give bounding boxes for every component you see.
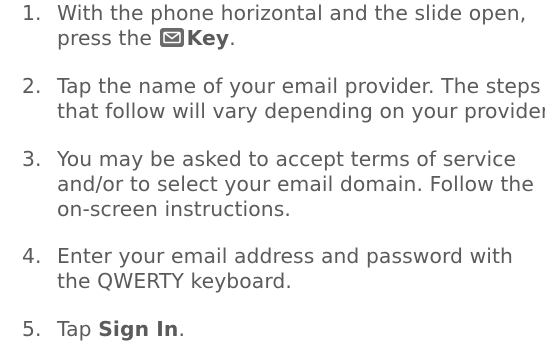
instructions-page: 1. With the phone horizontal and the sli… (0, 0, 545, 341)
step-text-segment: . (178, 317, 185, 341)
step-text: Tap Sign In. (57, 317, 542, 342)
step-text: You may be asked to accept terms of serv… (57, 147, 542, 222)
step-line: Tap Sign In. (57, 317, 542, 342)
step-line: press the Key. (57, 26, 542, 51)
step-line: that follow will vary depending on your … (57, 99, 545, 123)
step-number: 1. (22, 1, 42, 25)
step-line: on-screen instructions. (57, 197, 291, 221)
step-text-segment: Tap (57, 317, 92, 341)
step-number: 2. (22, 74, 42, 98)
step-line: You may be asked to accept terms of serv… (57, 147, 517, 171)
step-line: With the phone horizontal and the slide … (57, 1, 527, 25)
email-key-icon (159, 28, 184, 47)
step-text-segment: . (229, 26, 236, 50)
step-line: Enter your email address and password wi… (57, 244, 514, 268)
step-number: 3. (22, 147, 42, 171)
key-label: Key (186, 26, 230, 50)
step-number: 4. (22, 244, 42, 268)
step-text: Tap the name of your email provider. The… (57, 74, 545, 124)
step-line: and/or to select your email domain. Foll… (57, 172, 534, 196)
step-number: 5. (22, 317, 42, 341)
step-line: the QWERTY keyboard. (57, 269, 292, 293)
step-text: With the phone horizontal and the slide … (57, 1, 542, 51)
step-line: Tap the name of your email provider. The… (57, 74, 541, 98)
step-text-segment: press the (57, 26, 153, 50)
step-text: Enter your email address and password wi… (57, 244, 542, 294)
sign-in-label: Sign In (98, 317, 179, 341)
